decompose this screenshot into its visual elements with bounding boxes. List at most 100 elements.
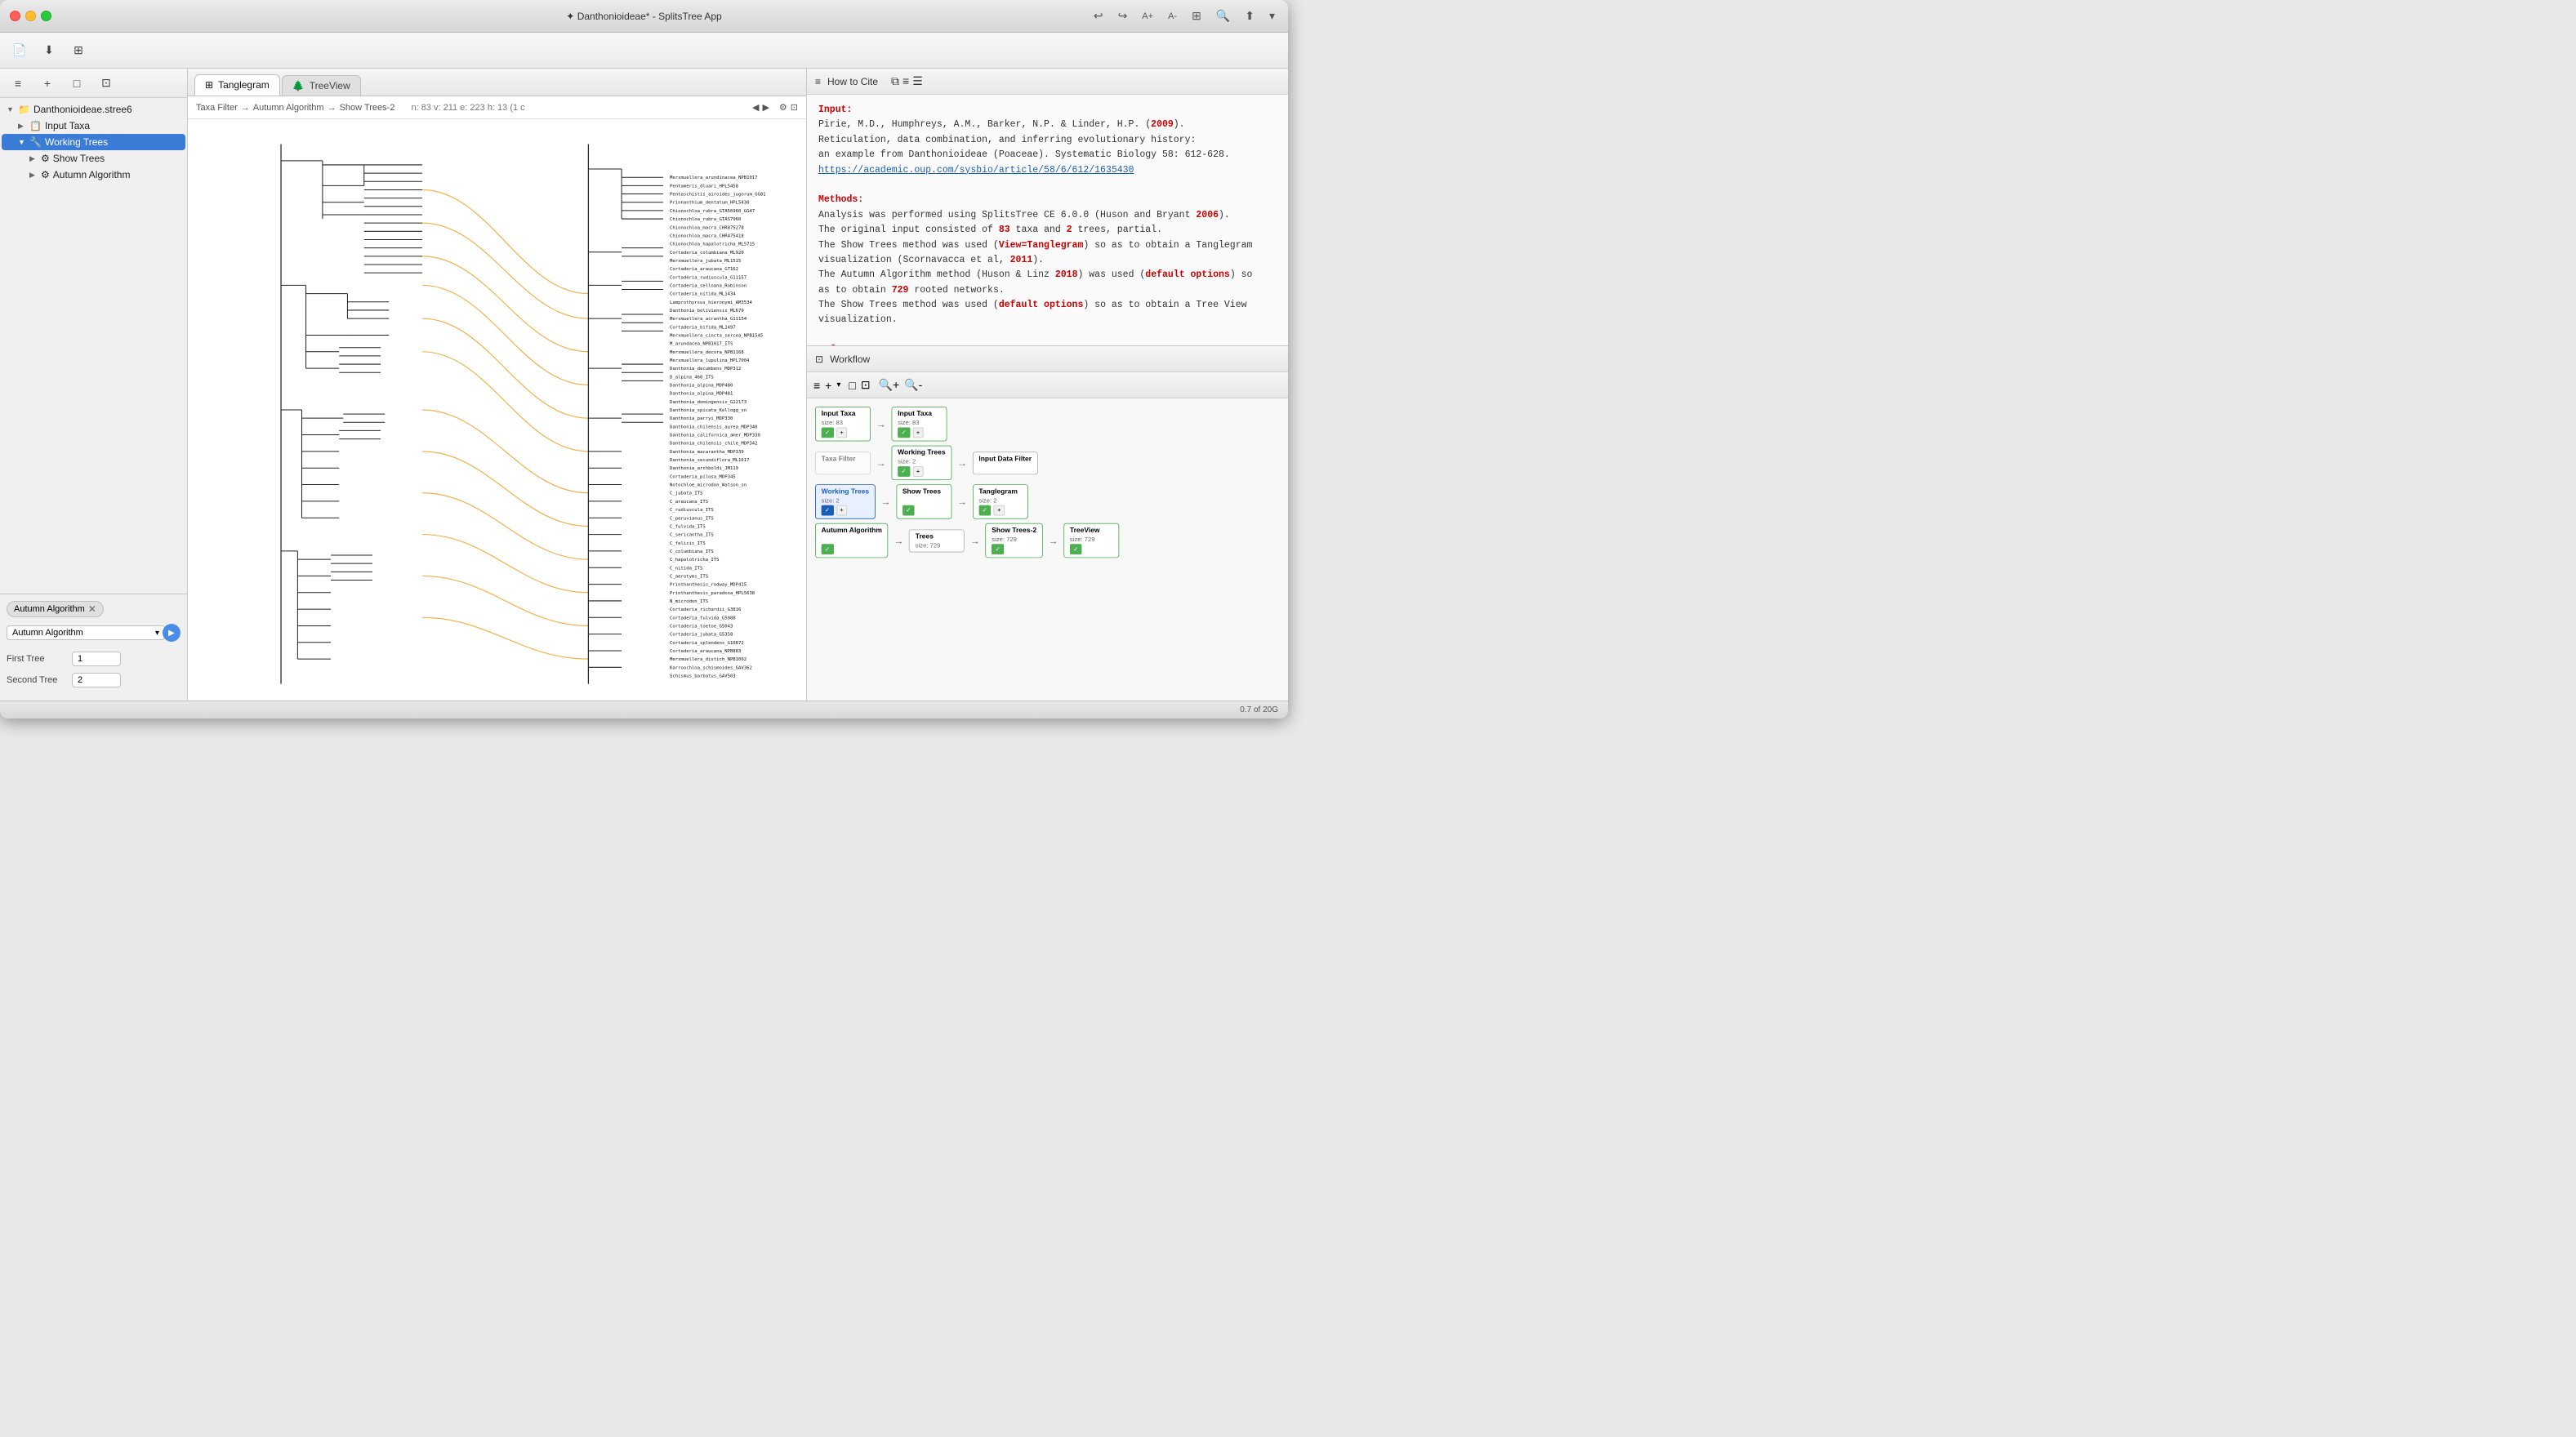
wf-check-btn-9[interactable]: ✓ xyxy=(1070,544,1082,554)
titlebar: ✦ Danthonioideae* - SplitsTree App ↩ ↪ A… xyxy=(0,0,1288,33)
svg-text:Cortaderia_araucana_NPB883: Cortaderia_araucana_NPB883 xyxy=(670,649,741,654)
sidebar-view2-icon[interactable]: ⊡ xyxy=(95,72,118,95)
svg-text:C_araucana_ITS: C_araucana_ITS xyxy=(670,500,708,505)
search-button[interactable]: 🔍 xyxy=(1213,7,1233,24)
sidebar-menu-icon[interactable]: ≡ xyxy=(7,72,29,95)
svg-text:C_peruvianus_ITS: C_peruvianus_ITS xyxy=(670,516,714,521)
workflow-copy-icon[interactable]: □ xyxy=(849,379,855,392)
nav-next-icon[interactable]: ▶ xyxy=(762,102,769,113)
wf-check-btn-3[interactable]: ✓ xyxy=(898,466,910,477)
svg-text:Danthonia_decumbens_MDP312: Danthonia_decumbens_MDP312 xyxy=(670,367,741,371)
cite-header-icon: ≡ xyxy=(815,76,821,87)
workflow-add-icon[interactable]: + xyxy=(825,379,831,392)
sidebar-add-icon[interactable]: + xyxy=(36,72,59,95)
wf-check-btn-4[interactable]: ✓ xyxy=(822,505,834,516)
algo-select-dropdown[interactable]: Autumn Algorithm xyxy=(7,625,165,640)
second-tree-input[interactable] xyxy=(72,673,121,687)
nav-prev-icon[interactable]: ◀ xyxy=(752,102,759,113)
wf-add-btn-4[interactable]: + xyxy=(836,505,847,516)
algo-tag-remove-button[interactable]: ✕ xyxy=(88,603,96,615)
workflow-panel: ⊡ Workflow ≡ + ▾ □ ⊡ 🔍+ 🔍- xyxy=(807,346,1288,701)
font-larger-button[interactable]: A+ xyxy=(1139,10,1157,23)
cite-doi-link[interactable]: https://academic.oup.com/sysbio/article/… xyxy=(818,165,1134,176)
wf-node-taxa-filter: Taxa Filter xyxy=(815,452,871,474)
cite-copy-button[interactable]: ⧉ xyxy=(891,74,899,88)
wf-add-btn-1[interactable]: + xyxy=(836,428,847,438)
svg-text:Danthonia_archboldi_JM119: Danthonia_archboldi_JM119 xyxy=(670,466,738,471)
svg-text:Pentameris_dluari_HPL5458: Pentameris_dluari_HPL5458 xyxy=(670,184,738,189)
wf-node-show-trees-1: Show Trees ✓ xyxy=(896,484,952,519)
workflow-zoom-in-icon[interactable]: 🔍+ xyxy=(879,378,900,392)
svg-text:Merxmuellera_lupulina_HPL7004: Merxmuellera_lupulina_HPL7004 xyxy=(670,358,750,363)
sidebar-item-autumn-algorithm[interactable]: ▶ ⚙ Autumn Algorithm xyxy=(2,167,185,183)
svg-text:Danthonia_chilensis_chile_MDP3: Danthonia_chilensis_chile_MDP342 xyxy=(670,442,757,447)
cite-content: Input: Pirie, M.D., Humphreys, A.M., Bar… xyxy=(807,95,1288,345)
first-tree-input[interactable] xyxy=(72,652,121,666)
cite-format-button[interactable]: ☰ xyxy=(912,74,923,88)
svg-text:Merxmuellera_cincta_sercea_NPB: Merxmuellera_cincta_sercea_NPB1545 xyxy=(670,333,763,338)
breadcrumb-stats: n: 83 v: 211 e: 223 h: 13 (1 c xyxy=(411,103,524,113)
wf-check-btn-6[interactable]: ✓ xyxy=(978,505,991,516)
font-smaller-button[interactable]: A- xyxy=(1165,10,1180,23)
toggle-icon: ▶ xyxy=(29,171,41,180)
settings2-icon: ⚙ xyxy=(41,169,50,180)
wf-check-btn-5[interactable]: ✓ xyxy=(902,505,915,516)
svg-text:C_jubata_ITS: C_jubata_ITS xyxy=(670,492,702,496)
minimize-button[interactable] xyxy=(25,11,36,21)
wf-add-btn-6[interactable]: + xyxy=(994,505,1005,516)
wf-check-btn-1[interactable]: ✓ xyxy=(822,428,834,438)
workflow-zoom-out-icon[interactable]: 🔍- xyxy=(904,378,922,392)
svg-text:Danthonia_chilensis_aurea_MDP3: Danthonia_chilensis_aurea_MDP340 xyxy=(670,425,757,429)
sidebar-item-root[interactable]: ▼ 📁 Danthonioideae.stree6 xyxy=(2,101,185,118)
download-icon[interactable]: ⬇ xyxy=(38,39,60,62)
svg-text:Chionochloa_hapalotricha_ML571: Chionochloa_hapalotricha_ML5715 xyxy=(670,242,755,247)
sidebar-item-working-trees[interactable]: ▼ 🔧 Working Trees xyxy=(2,134,185,150)
wf-node-show-trees-2: Show Trees-2 size: 729 ✓ xyxy=(986,523,1043,558)
sidebar-toolbar: ≡ + □ ⊡ xyxy=(0,69,187,98)
svg-text:Cortaderia_araucana_G7162: Cortaderia_araucana_G7162 xyxy=(670,267,738,272)
svg-text:C_columbiana_ITS: C_columbiana_ITS xyxy=(670,549,714,554)
maximize-button[interactable] xyxy=(41,11,51,21)
treeview-tab-icon: 🌲 xyxy=(292,80,305,91)
tree-view-area[interactable]: Merxmuellera_arundinacea_NPB1017 Pentame… xyxy=(188,119,806,701)
cite-list-button[interactable]: ≡ xyxy=(902,74,909,88)
workflow-add-chevron-icon[interactable]: ▾ xyxy=(836,380,840,389)
adjust-icon[interactable]: ⚙ xyxy=(779,102,787,113)
titlebar-actions: ↩ ↪ A+ A- ⊞ 🔍 ⬆ ▾ xyxy=(1090,7,1278,24)
wf-node-tanglegram: Tanglegram size: 2 ✓ + xyxy=(973,484,1028,519)
grid-view-icon[interactable]: ⊞ xyxy=(67,39,90,62)
sidebar-item-show-trees[interactable]: ▶ ⚙ Show Trees xyxy=(2,150,185,167)
wf-check-btn-2[interactable]: ✓ xyxy=(898,428,910,438)
svg-text:C_sericantha_ITS: C_sericantha_ITS xyxy=(670,533,714,538)
wf-add-btn-3[interactable]: + xyxy=(912,466,923,477)
sidebar-view1-icon[interactable]: □ xyxy=(65,72,88,95)
undo-button[interactable]: ↩ xyxy=(1090,7,1107,24)
first-tree-row: First Tree xyxy=(7,652,180,666)
tab-tanglegram[interactable]: ⊞ Tanglegram xyxy=(194,74,280,96)
tab-treeview[interactable]: 🌲 TreeView xyxy=(282,75,361,96)
workflow-paste-icon[interactable]: ⊡ xyxy=(861,378,871,392)
close-button[interactable] xyxy=(10,11,20,21)
svg-text:N_microdon_ITS: N_microdon_ITS xyxy=(670,599,708,604)
more-button[interactable]: ▾ xyxy=(1266,7,1278,24)
workflow-title: Workflow xyxy=(830,354,870,365)
new-file-icon[interactable]: 📄 xyxy=(8,39,31,62)
settings-icon[interactable]: ⊡ xyxy=(791,102,798,113)
view-toggle-button[interactable]: ⊞ xyxy=(1188,7,1205,24)
wf-arrow-8: → xyxy=(1048,535,1058,546)
wf-add-btn-2[interactable]: + xyxy=(912,428,923,438)
wf-check-btn-8[interactable]: ✓ xyxy=(992,544,1004,554)
toggle-icon: ▶ xyxy=(29,154,41,163)
wf-node-input-data-filter: Input Data Filter xyxy=(973,452,1038,474)
share-button[interactable]: ⬆ xyxy=(1241,7,1258,24)
svg-text:Cortaderia_columbiana_ML920: Cortaderia_columbiana_ML920 xyxy=(670,251,744,256)
svg-text:Cortaderia_toetoe_G5043: Cortaderia_toetoe_G5043 xyxy=(670,624,733,629)
cite-input-text: Pirie, M.D., Humphreys, A.M., Barker, N.… xyxy=(818,119,1230,175)
redo-button[interactable]: ↪ xyxy=(1115,7,1131,24)
status-bar: 0.7 of 20G xyxy=(0,701,1288,718)
sidebar-item-input-taxa[interactable]: ▶ 📋 Input Taxa xyxy=(2,118,185,134)
wf-check-btn-7[interactable]: ✓ xyxy=(822,544,834,554)
workflow-menu-icon[interactable]: ≡ xyxy=(813,379,820,392)
algo-run-button[interactable]: ▶ xyxy=(163,624,180,642)
cite-input-label: Input: xyxy=(818,105,852,115)
